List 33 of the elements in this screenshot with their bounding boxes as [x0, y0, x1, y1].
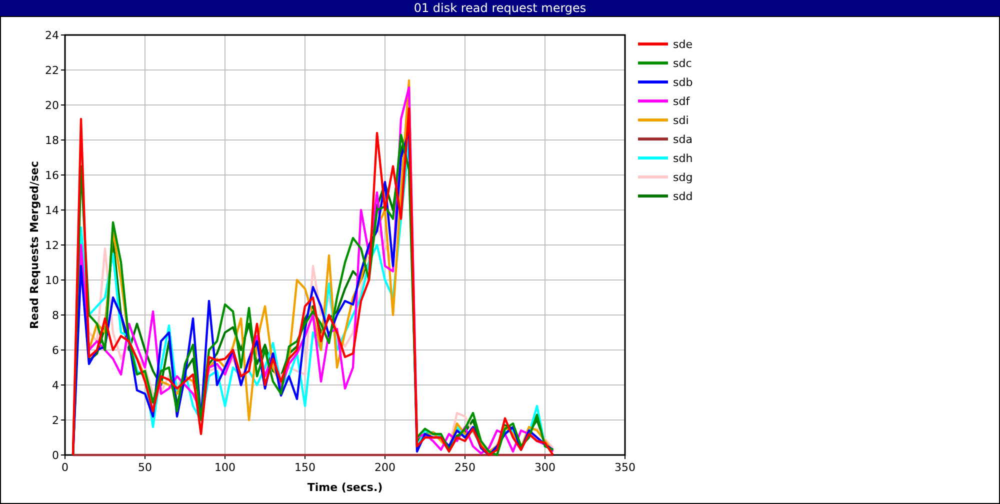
- legend-label: sdi: [673, 114, 689, 127]
- tick-label: 24: [45, 29, 59, 42]
- tick-label: 2: [52, 414, 59, 427]
- tick-label: 12: [45, 239, 59, 252]
- window-title: 01 disk read request merges: [414, 1, 586, 15]
- tick-label: 150: [294, 461, 316, 474]
- tick-label: 350: [614, 461, 636, 474]
- tick-label: 20: [45, 99, 59, 112]
- tick-label: 18: [45, 134, 59, 147]
- tick-label: 0: [62, 461, 68, 474]
- tick-label: 10: [45, 274, 59, 287]
- tick-label: 100: [214, 461, 236, 474]
- legend-label: sda: [673, 133, 692, 146]
- tick-label: 14: [45, 204, 59, 217]
- tick-label: 300: [534, 461, 556, 474]
- tick-label: 250: [454, 461, 476, 474]
- legend-label: sdb: [673, 76, 693, 89]
- tick-label: 22: [45, 64, 59, 77]
- legend-label: sde: [673, 38, 692, 51]
- legend-label: sdd: [673, 190, 693, 203]
- legend-label: sdf: [673, 95, 690, 108]
- tick-label: 16: [45, 169, 59, 182]
- legend-label: sdg: [673, 171, 693, 184]
- tick-label: 6: [52, 344, 59, 357]
- tick-label: 200: [374, 461, 396, 474]
- tick-label: 0: [52, 449, 59, 462]
- tick-label: 50: [138, 461, 152, 474]
- y-axis-title: Read Requests Merged/sec: [28, 161, 41, 329]
- x-axis-title: Time (secs.): [307, 481, 383, 494]
- tick-label: 4: [52, 379, 59, 392]
- legend-label: sdh: [673, 152, 693, 165]
- legend-label: sdc: [673, 57, 692, 70]
- tick-label: 8: [52, 309, 59, 322]
